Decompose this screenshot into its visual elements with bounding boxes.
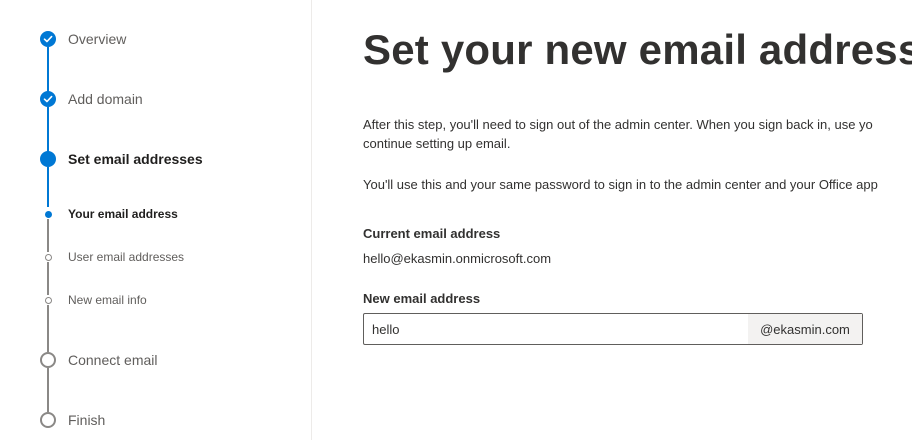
step-set-email-addresses[interactable]: Set email addresses [68, 151, 203, 167]
step-complete-icon [40, 91, 56, 107]
step-connect-email[interactable]: Connect email [68, 352, 158, 368]
substep-current-dot-icon [44, 211, 52, 218]
progress-line [47, 305, 49, 352]
main-content: Set your new email address After this st… [363, 0, 912, 440]
substep-new-email-info[interactable]: New email info [68, 293, 147, 307]
current-email-value: hello@ekasmin.onmicrosoft.com [363, 251, 552, 266]
instruction-text-line-2: continue setting up email. [363, 136, 511, 151]
setup-wizard-sidebar: Overview Add domain Set email addresses … [0, 0, 312, 440]
new-email-input[interactable] [364, 314, 748, 344]
progress-line [47, 107, 49, 152]
progress-line [47, 368, 49, 412]
page-title: Set your new email address [363, 26, 912, 73]
step-complete-icon [40, 31, 56, 47]
current-email-label: Current email address [363, 226, 501, 241]
substep-user-email-addresses[interactable]: User email addresses [68, 250, 184, 264]
progress-line [47, 219, 49, 252]
instruction-text-line-1: After this step, you'll need to sign out… [363, 117, 873, 132]
substep-pending-dot-icon [44, 297, 52, 304]
progress-line [47, 167, 49, 207]
progress-line [47, 47, 49, 92]
step-pending-icon [40, 352, 56, 368]
domain-suffix: @ekasmin.com [748, 314, 862, 344]
step-pending-icon [40, 412, 56, 428]
checkmark-icon [43, 35, 53, 43]
checkmark-icon [43, 95, 53, 103]
new-email-field: @ekasmin.com [363, 313, 863, 345]
step-current-icon [40, 151, 56, 167]
substep-your-email-address[interactable]: Your email address [68, 207, 178, 221]
password-info-text: You'll use this and your same password t… [363, 177, 878, 192]
new-email-label: New email address [363, 291, 481, 306]
substep-pending-dot-icon [44, 254, 52, 261]
step-finish[interactable]: Finish [68, 412, 105, 428]
progress-line [47, 262, 49, 295]
step-overview[interactable]: Overview [68, 31, 126, 47]
step-add-domain[interactable]: Add domain [68, 91, 143, 107]
